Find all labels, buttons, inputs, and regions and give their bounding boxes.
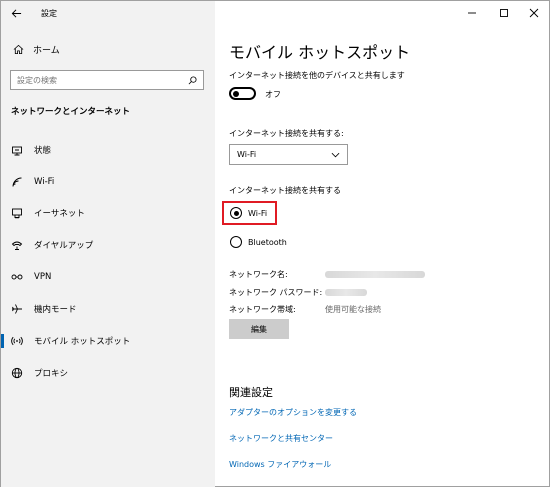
sidebar-item-label: プロキシ bbox=[34, 369, 69, 379]
search-icon bbox=[188, 75, 197, 84]
close-icon bbox=[529, 8, 539, 18]
network-band-value: 使用可能な接続 bbox=[325, 305, 381, 314]
related-settings-title: 関連設定 bbox=[229, 386, 273, 399]
sidebar-item-mobile-hotspot[interactable]: モバイル ホットスポット bbox=[1, 329, 215, 353]
sidebar-item-dialup[interactable]: ダイヤルアップ bbox=[1, 233, 215, 257]
network-password-value-redacted bbox=[325, 289, 367, 296]
sidebar-item-ethernet[interactable]: イーサネット bbox=[1, 201, 215, 225]
radio-button[interactable] bbox=[230, 236, 242, 248]
sidebar-section-title: ネットワークとインターネット bbox=[11, 107, 131, 117]
maximize-button[interactable] bbox=[487, 1, 521, 25]
edit-button[interactable]: 編集 bbox=[229, 319, 289, 339]
app-title: 設定 bbox=[41, 8, 57, 18]
network-band-label: ネットワーク帯域: bbox=[229, 305, 296, 314]
sidebar-item-label: VPN bbox=[34, 272, 52, 282]
radio-bluetooth[interactable]: Bluetooth bbox=[230, 236, 287, 248]
chevron-down-icon bbox=[331, 152, 340, 157]
titlebar: 設定 bbox=[1, 1, 215, 25]
sidebar-item-airplane-mode[interactable]: 機内モード bbox=[1, 297, 215, 321]
vpn-icon bbox=[10, 270, 24, 284]
sidebar-item-label: イーサネット bbox=[34, 209, 85, 219]
sidebar: 設定 ホーム ネットワークとインターネット 状態 bbox=[1, 1, 215, 487]
settings-window: 設定 ホーム ネットワークとインターネット 状態 bbox=[0, 0, 550, 487]
globe-icon bbox=[10, 366, 24, 380]
sidebar-item-wifi[interactable]: Wi-Fi bbox=[1, 170, 215, 194]
network-sharing-center-link[interactable]: ネットワークと共有センター bbox=[229, 433, 333, 444]
sidebar-item-status[interactable]: 状態 bbox=[1, 138, 215, 162]
sidebar-item-label: 状態 bbox=[34, 146, 52, 156]
network-name-value-redacted bbox=[325, 271, 425, 278]
sidebar-item-label: モバイル ホットスポット bbox=[34, 337, 131, 347]
home-icon bbox=[11, 42, 25, 56]
radio-wifi[interactable]: Wi-Fi bbox=[230, 207, 267, 219]
status-icon bbox=[10, 143, 24, 157]
share-from-label: インターネット接続を共有する: bbox=[229, 129, 344, 138]
minimize-button[interactable] bbox=[455, 1, 489, 25]
close-button[interactable] bbox=[517, 1, 550, 25]
search-input[interactable] bbox=[17, 75, 167, 85]
network-password-label: ネットワーク パスワード: bbox=[229, 288, 323, 297]
maximize-icon bbox=[500, 9, 508, 17]
airplane-icon bbox=[10, 302, 24, 316]
wifi-icon bbox=[10, 175, 24, 189]
sidebar-item-label: ダイヤルアップ bbox=[34, 241, 94, 251]
dialup-icon bbox=[10, 238, 24, 252]
sidebar-item-label: 機内モード bbox=[34, 305, 77, 315]
share-description: インターネット接続を他のデバイスと共有します bbox=[229, 71, 405, 80]
sidebar-item-label: Wi-Fi bbox=[34, 177, 55, 187]
share-over-label: インターネット接続を共有する bbox=[229, 186, 341, 195]
sidebar-home[interactable]: ホーム bbox=[1, 38, 215, 60]
hotspot-toggle[interactable] bbox=[229, 87, 256, 100]
radio-wifi-label: Wi-Fi bbox=[248, 208, 268, 218]
back-button[interactable] bbox=[1, 1, 31, 25]
sidebar-item-proxy[interactable]: プロキシ bbox=[1, 361, 215, 385]
radio-button-selected[interactable] bbox=[230, 207, 242, 219]
toggle-knob bbox=[233, 90, 239, 97]
search-box[interactable] bbox=[10, 70, 204, 90]
ethernet-icon bbox=[10, 206, 24, 220]
back-arrow-icon bbox=[11, 9, 21, 17]
adapter-options-link[interactable]: アダプターのオプションを変更する bbox=[229, 407, 357, 418]
minimize-icon bbox=[468, 12, 476, 14]
sidebar-item-vpn[interactable]: VPN bbox=[1, 265, 215, 289]
sidebar-home-label: ホーム bbox=[33, 45, 60, 56]
share-from-dropdown[interactable]: Wi-Fi bbox=[229, 144, 348, 165]
page-title: モバイル ホットスポット bbox=[229, 43, 411, 62]
radio-bluetooth-label: Bluetooth bbox=[248, 237, 287, 247]
share-from-value: Wi-Fi bbox=[237, 150, 257, 159]
toggle-state-label: オフ bbox=[265, 90, 281, 99]
network-name-label: ネットワーク名: bbox=[229, 270, 288, 279]
hotspot-icon bbox=[10, 334, 24, 348]
windows-firewall-link[interactable]: Windows ファイアウォール bbox=[229, 459, 331, 470]
